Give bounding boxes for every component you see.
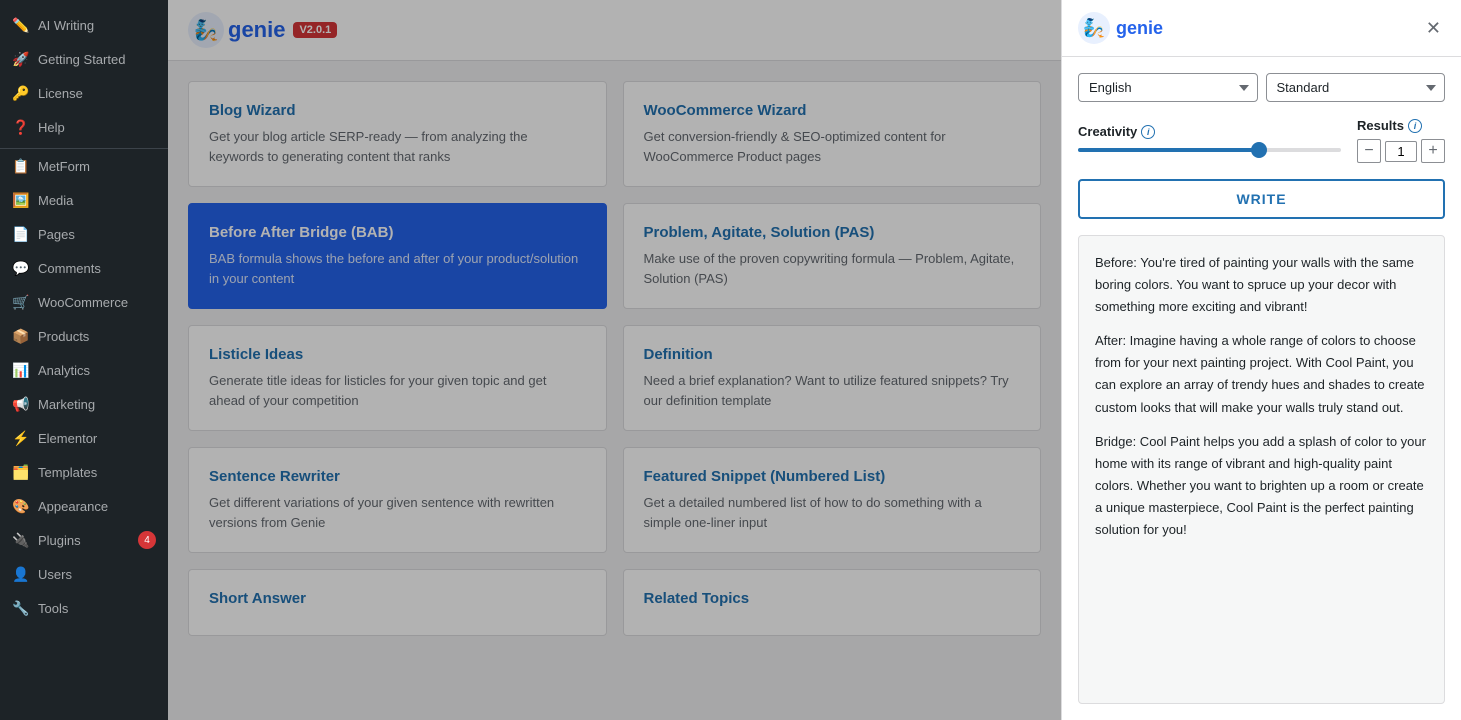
results-stepper: − + — [1357, 139, 1445, 163]
sidebar-item-tools[interactable]: 🔧 Tools — [0, 591, 168, 625]
sidebar-item-woocommerce[interactable]: 🛒 WooCommerce — [0, 285, 168, 319]
creativity-info-icon[interactable]: i — [1141, 125, 1155, 139]
sidebar-item-label: Media — [38, 193, 73, 208]
sidebar-item-label: WooCommerce — [38, 295, 128, 310]
sidebar-item-products[interactable]: 📦 Products — [0, 319, 168, 353]
woocommerce-icon: 🛒 — [12, 293, 30, 311]
output-paragraph-1: Before: You're tired of painting your wa… — [1095, 252, 1428, 318]
sidebar-item-plugins[interactable]: 🔌 Plugins 4 — [0, 523, 168, 557]
sidebar-item-getting-started[interactable]: 🚀 Getting Started — [0, 42, 168, 76]
results-increment-button[interactable]: + — [1421, 139, 1445, 163]
media-icon: 🖼️ — [12, 191, 30, 209]
sidebar-item-label: Appearance — [38, 499, 108, 514]
sidebar-item-label: Products — [38, 329, 89, 344]
sidebar-item-templates[interactable]: 🗂️ Templates — [0, 455, 168, 489]
pages-icon: 📄 — [12, 225, 30, 243]
results-decrement-button[interactable]: − — [1357, 139, 1381, 163]
creativity-label: Creativity i — [1078, 124, 1341, 139]
sidebar-item-label: Comments — [38, 261, 101, 276]
selects-row: EnglishSpanishFrenchGerman StandardPremi… — [1078, 73, 1445, 102]
sidebar-item-label: License — [38, 86, 83, 101]
language-select[interactable]: EnglishSpanishFrenchGerman — [1078, 73, 1258, 102]
metform-icon: 📋 — [12, 157, 30, 175]
panel-body: EnglishSpanishFrenchGerman StandardPremi… — [1062, 57, 1461, 720]
sidebar-item-ai-writing[interactable]: ✏️ AI Writing — [0, 8, 168, 42]
sidebar-item-marketing[interactable]: 📢 Marketing — [0, 387, 168, 421]
results-section: Results i − + — [1357, 118, 1445, 163]
sidebar-item-label: Tools — [38, 601, 68, 616]
main-overlay — [168, 0, 1061, 720]
help-icon: ❓ — [12, 118, 30, 136]
templates-icon: 🗂️ — [12, 463, 30, 481]
standard-select[interactable]: StandardPremium — [1266, 73, 1446, 102]
getting-started-icon: 🚀 — [12, 50, 30, 68]
sidebar-item-label: MetForm — [38, 159, 90, 174]
products-icon: 📦 — [12, 327, 30, 345]
sidebar-item-label: Elementor — [38, 431, 97, 446]
panel-header: 🧞 genie ✕ — [1062, 0, 1461, 57]
elementor-icon: ⚡ — [12, 429, 30, 447]
panel-logo: 🧞 genie — [1078, 12, 1163, 44]
comments-icon: 💬 — [12, 259, 30, 277]
sidebar-item-media[interactable]: 🖼️ Media — [0, 183, 168, 217]
appearance-icon: 🎨 — [12, 497, 30, 515]
sidebar-top-items: ✏️ AI Writing 🚀 Getting Started 🔑 Licens… — [0, 0, 168, 149]
creativity-section: Creativity i — [1078, 124, 1341, 157]
sidebar-item-pages[interactable]: 📄 Pages — [0, 217, 168, 251]
license-icon: 🔑 — [12, 84, 30, 102]
sidebar-item-help[interactable]: ❓ Help — [0, 110, 168, 144]
output-area: Before: You're tired of painting your wa… — [1078, 235, 1445, 704]
output-paragraph-2: After: Imagine having a whole range of c… — [1095, 330, 1428, 418]
sidebar-item-metform[interactable]: 📋 MetForm — [0, 149, 168, 183]
output-paragraph-3: Bridge: Cool Paint helps you add a splas… — [1095, 431, 1428, 541]
sidebar-item-label: Marketing — [38, 397, 95, 412]
sidebar-item-label: Help — [38, 120, 65, 135]
sidebar-item-label: AI Writing — [38, 18, 94, 33]
write-button[interactable]: WRITE — [1078, 179, 1445, 219]
panel-logo-text: genie — [1116, 18, 1163, 39]
creativity-slider[interactable] — [1078, 148, 1341, 152]
sidebar-main-items: 📋 MetForm 🖼️ Media 📄 Pages 💬 Comments 🛒 … — [0, 149, 168, 625]
marketing-icon: 📢 — [12, 395, 30, 413]
sidebar-item-appearance[interactable]: 🎨 Appearance — [0, 489, 168, 523]
ai-writing-icon: ✏️ — [12, 16, 30, 34]
sidebar-item-license[interactable]: 🔑 License — [0, 76, 168, 110]
plugins-badge: 4 — [138, 531, 156, 549]
users-icon: 👤 — [12, 565, 30, 583]
results-info-icon[interactable]: i — [1408, 119, 1422, 133]
sidebar-item-label: Pages — [38, 227, 75, 242]
controls-row: Creativity i Results i − + — [1078, 118, 1445, 163]
sidebar-item-label: Plugins — [38, 533, 81, 548]
results-value-input[interactable] — [1385, 141, 1417, 162]
results-label: Results i — [1357, 118, 1422, 133]
plugins-icon: 🔌 — [12, 531, 30, 549]
genie-panel: 🧞 genie ✕ EnglishSpanishFrenchGerman Sta… — [1061, 0, 1461, 720]
sidebar-item-label: Analytics — [38, 363, 90, 378]
sidebar-item-analytics[interactable]: 📊 Analytics — [0, 353, 168, 387]
main-content: 🧞 genie V2.0.1 Blog Wizard Get your blog… — [168, 0, 1061, 720]
sidebar-item-label: Templates — [38, 465, 97, 480]
sidebar-item-label: Users — [38, 567, 72, 582]
analytics-icon: 📊 — [12, 361, 30, 379]
sidebar-item-comments[interactable]: 💬 Comments — [0, 251, 168, 285]
sidebar-item-elementor[interactable]: ⚡ Elementor — [0, 421, 168, 455]
sidebar-item-label: Getting Started — [38, 52, 125, 67]
panel-close-button[interactable]: ✕ — [1422, 15, 1445, 41]
sidebar-item-users[interactable]: 👤 Users — [0, 557, 168, 591]
tools-icon: 🔧 — [12, 599, 30, 617]
panel-logo-icon: 🧞 — [1078, 12, 1110, 44]
sidebar: ✏️ AI Writing 🚀 Getting Started 🔑 Licens… — [0, 0, 168, 720]
